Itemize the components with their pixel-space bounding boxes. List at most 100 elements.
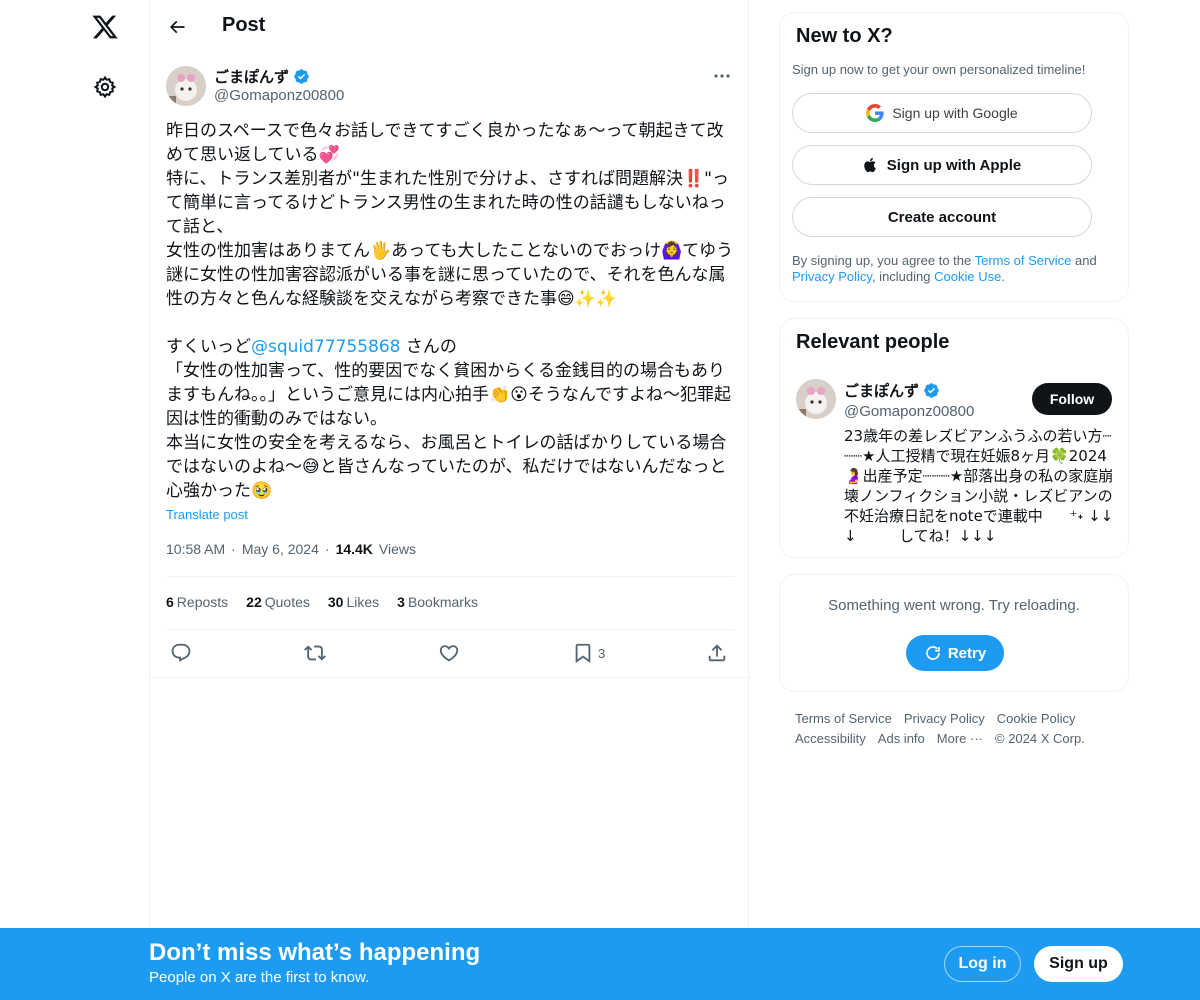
main-column: Post ごまぽんず @Gomaponz00800 昨日のスペースで色々お話しで… (149, 0, 750, 1000)
footer-links: Terms of Service Privacy Policy Cookie P… (795, 709, 1125, 749)
refresh-icon (926, 646, 940, 660)
footer-privacy-link[interactable]: Privacy Policy (904, 709, 985, 729)
post-text-part1: 昨日のスペースで色々お話しできてすごく良かったなぁ〜って朝起きて改めて思い返して… (166, 121, 734, 357)
meta-separator: · (324, 541, 330, 557)
left-nav (0, 0, 150, 1000)
retry-button[interactable]: Retry (906, 635, 1004, 671)
error-card: Something went wrong. Try reloading. Ret… (779, 574, 1129, 692)
views-count: 14.4K (335, 541, 373, 557)
footer-more-link[interactable]: More ··· (937, 729, 983, 749)
stat-reposts[interactable]: 6 Reposts (166, 594, 228, 610)
person-bio: 23歳年の差レズビアンふうふの若い方┈┈┈★人工授精で現在妊娠8ヶ月🍀2024🤰… (844, 427, 1114, 545)
legal-text: and (1071, 253, 1097, 268)
reply-button[interactable] (170, 640, 192, 666)
footer-cookie-link[interactable]: Cookie Policy (997, 709, 1076, 729)
relevant-people-title: Relevant people (796, 331, 950, 353)
repost-icon (304, 645, 326, 661)
stat-bookmarks[interactable]: 3 Bookmarks (397, 594, 478, 610)
stat-count: 6 (166, 594, 174, 610)
share-icon (708, 644, 726, 662)
verified-badge-icon (294, 69, 309, 84)
signup-card: New to X? Sign up now to get your own pe… (779, 12, 1129, 302)
page-header: Post (150, 0, 750, 54)
post-author: ごまぽんず @Gomaponz00800 (166, 64, 734, 108)
footer-terms-link[interactable]: Terms of Service (795, 709, 892, 729)
legal-text: , including (871, 269, 935, 284)
privacy-link[interactable]: Privacy Policy (792, 269, 872, 284)
follow-button[interactable]: Follow (1032, 383, 1112, 415)
bottom-bar-subtitle: People on X are the first to know. (149, 969, 370, 986)
google-icon (866, 104, 884, 122)
google-signup-label: Sign up with Google (892, 105, 1018, 121)
person-avatar[interactable] (796, 379, 836, 419)
arrow-left-icon (169, 20, 185, 34)
stat-count: 22 (246, 594, 262, 610)
google-signup-button[interactable]: Sign up with Google (792, 93, 1092, 133)
stat-label: Quotes (264, 594, 310, 610)
person-handle[interactable]: @Gomaponz00800 (844, 403, 974, 420)
stat-label: Likes (346, 594, 380, 610)
apple-signup-button[interactable]: Sign up with Apple (792, 145, 1092, 185)
retry-label: Retry (947, 644, 987, 662)
author-name[interactable]: ごまぽんず (214, 66, 310, 87)
repost-button[interactable] (304, 640, 326, 666)
author-handle[interactable]: @Gomaponz00800 (214, 87, 344, 104)
post-text: 昨日のスペースで色々お話しできてすごく良かったなぁ〜って朝起きて改めて思い返して… (166, 119, 734, 503)
stat-label: Bookmarks (407, 594, 478, 610)
divider (166, 576, 734, 577)
apple-icon (864, 157, 876, 173)
person-name[interactable]: ごまぽんず (844, 380, 940, 401)
login-button[interactable]: Log in (944, 946, 1021, 982)
author-avatar[interactable] (166, 66, 206, 106)
share-button[interactable] (706, 640, 728, 666)
error-message: Something went wrong. Try reloading. (828, 597, 1080, 614)
reply-icon (171, 643, 191, 662)
post-stats: 6 Reposts 22 Quotes 30 Likes 3 Bookmarks (166, 594, 478, 610)
more-options-button[interactable] (710, 66, 734, 86)
footer-copyright: © 2024 X Corp. (995, 731, 1085, 746)
footer-ads-info-link[interactable]: Ads info (878, 729, 925, 749)
terms-link[interactable]: Terms of Service (975, 253, 1072, 268)
person-name-text: ごまぽんず (844, 383, 920, 400)
signup-legal-text: By signing up, you agree to the Terms of… (792, 253, 1118, 285)
create-account-button[interactable]: Create account (792, 197, 1092, 237)
meta-separator: · (231, 541, 236, 557)
back-button[interactable] (160, 10, 194, 44)
legal-text: . (1001, 269, 1005, 284)
bookmark-icon (575, 643, 591, 664)
stat-label: Reposts (176, 594, 229, 610)
footer-accessibility-link[interactable]: Accessibility (795, 729, 866, 749)
mention-link[interactable]: @squid77755868 (251, 337, 400, 357)
signup-title: New to X? (796, 25, 893, 47)
bookmark-count: 3 (598, 645, 606, 661)
gear-icon[interactable] (88, 70, 122, 104)
x-logo-icon[interactable] (86, 8, 124, 46)
stat-count: 3 (397, 594, 405, 610)
stat-likes[interactable]: 30 Likes (328, 594, 379, 610)
author-name-text: ごまぽんず (214, 69, 290, 86)
heart-icon (439, 645, 459, 662)
verified-badge-icon (924, 383, 939, 398)
post-meta: 10:58 AM · May 6, 2024 · 14.4K Views (166, 541, 416, 557)
divider (166, 629, 734, 630)
bottom-signup-bar: Don’t miss what’s happening People on X … (0, 928, 1200, 1000)
apple-signup-label: Sign up with Apple (886, 156, 1022, 174)
bookmark-button[interactable]: 3 (572, 640, 605, 666)
post-actions: 3 (166, 640, 734, 668)
translate-post-link[interactable]: Translate post (166, 507, 248, 522)
signup-subtitle: Sign up now to get your own personalized… (792, 62, 1086, 77)
stat-count: 30 (327, 594, 344, 610)
views-label: Views (378, 541, 417, 557)
more-icon (714, 74, 730, 78)
post-time[interactable]: 10:58 AM (166, 541, 225, 557)
legal-text: By signing up, you agree to the (792, 253, 975, 268)
like-button[interactable] (438, 640, 460, 666)
page-title: Post (222, 14, 266, 36)
relevant-people-card: Relevant people ごまぽんず @Gomaponz00800 Fol… (779, 318, 1129, 558)
post-text-part2: さんの 「女性の性加害って、性的要因でなく貧困からくる金銭目的の場合もありますも… (166, 337, 732, 501)
signup-button[interactable]: Sign up (1034, 946, 1123, 982)
post-date[interactable]: May 6, 2024 (242, 541, 319, 557)
stat-quotes[interactable]: 22 Quotes (246, 594, 310, 610)
cookie-link[interactable]: Cookie Use (934, 269, 1001, 284)
bottom-bar-title: Don’t miss what’s happening (149, 939, 481, 966)
